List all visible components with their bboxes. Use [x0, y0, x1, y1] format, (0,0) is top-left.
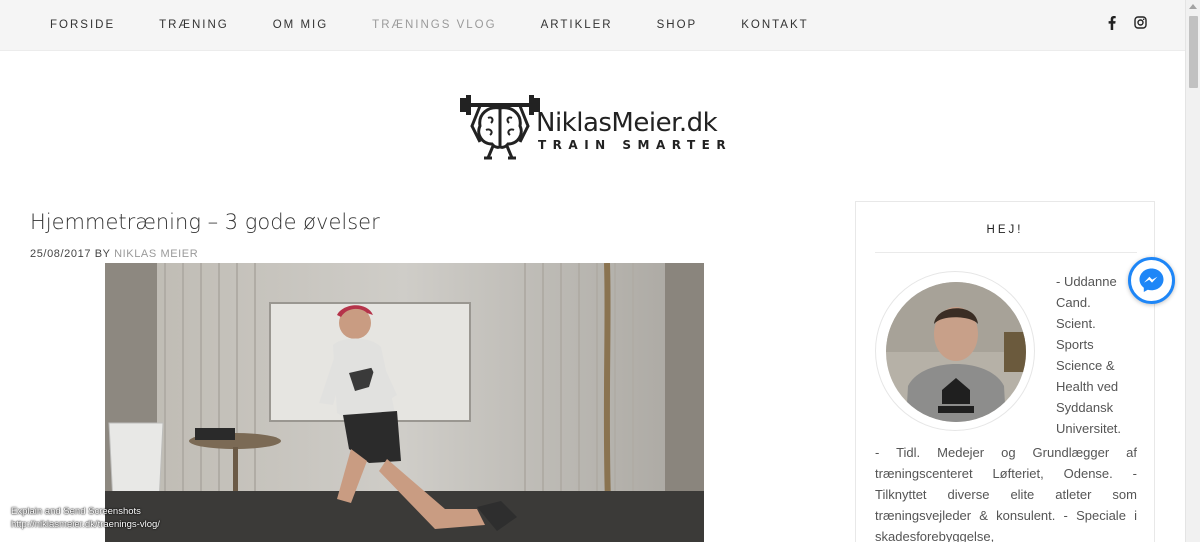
messenger-chat-button[interactable]: [1128, 257, 1175, 304]
post-by-label: BY: [94, 248, 111, 260]
logo-tagline: TRAIN SMARTER: [538, 138, 733, 152]
watermark-line-1: Explain and Send Screenshots: [11, 506, 141, 517]
video-frame: [105, 263, 704, 542]
nav-item-shop[interactable]: SHOP: [657, 18, 698, 32]
about-widget: HEJ! - Uddanne Cand. Scient. Sports Scie…: [855, 201, 1155, 542]
bio-line: Cand.: [1056, 295, 1091, 310]
bio-line: Scient.: [1056, 316, 1096, 331]
nav-item-kontakt[interactable]: KONTAKT: [741, 18, 808, 32]
bio-line: Sports: [1056, 337, 1094, 352]
logo-brand-text: NiklasMeier.dk: [536, 108, 718, 138]
nav-item-om-mig[interactable]: OM MIG: [273, 18, 328, 32]
video-player[interactable]: [105, 263, 704, 542]
bio-line: Science &: [1056, 358, 1115, 373]
avatar: [875, 271, 1035, 431]
bio-line: Universitet.: [1056, 421, 1122, 436]
facebook-icon[interactable]: [1105, 16, 1119, 32]
site-logo[interactable]: NiklasMeier.dk TRAIN SMARTER: [460, 90, 730, 162]
social-links: [1091, 16, 1147, 32]
instagram-icon[interactable]: [1133, 16, 1147, 32]
messenger-icon: [1139, 268, 1164, 292]
post-meta: 25/08/2017 BY NIKLAS MEIER: [30, 248, 198, 260]
page-scrollbar[interactable]: [1185, 0, 1200, 542]
bio-line: Syddansk: [1056, 400, 1114, 415]
nav-item-traening[interactable]: TRÆNING: [159, 18, 229, 32]
post-title[interactable]: Hjemmetræning – 3 gode øvelser: [30, 210, 380, 234]
post-author-link[interactable]: NIKLAS MEIER: [114, 248, 198, 260]
scrollbar-thumb[interactable]: [1189, 16, 1198, 88]
bio-line: - Uddanne: [1056, 274, 1117, 289]
main-menu: FORSIDE TRÆNING OM MIG TRÆNINGS VLOG ART…: [50, 18, 853, 32]
nav-item-artikler[interactable]: ARTIKLER: [541, 18, 613, 32]
profile-photo: [886, 282, 1026, 422]
brain-barbell-icon: [460, 95, 540, 160]
scroll-up-arrow[interactable]: [1189, 4, 1197, 9]
widget-title: HEJ!: [986, 224, 1024, 236]
watermark-line-2: http://niklasmeier.dk/traenings-vlog/: [11, 519, 160, 530]
nav-item-traenings-vlog[interactable]: TRÆNINGS VLOG: [372, 18, 496, 32]
bio-side-text: - Uddanne Cand. Scient. Sports Science &…: [1056, 271, 1136, 439]
bio-line: Health ved: [1056, 379, 1119, 394]
bio-text: - Tidl. Medejer og Grundlægger af trænin…: [875, 445, 1137, 542]
widget-divider: [875, 252, 1137, 253]
page: FORSIDE TRÆNING OM MIG TRÆNINGS VLOG ART…: [0, 0, 1200, 542]
top-navigation: FORSIDE TRÆNING OM MIG TRÆNINGS VLOG ART…: [0, 0, 1185, 51]
post-date: 25/08/2017: [30, 248, 92, 260]
screenshot-watermark: Explain and Send Screenshots http://nikl…: [11, 505, 160, 531]
nav-item-forside[interactable]: FORSIDE: [50, 18, 115, 32]
